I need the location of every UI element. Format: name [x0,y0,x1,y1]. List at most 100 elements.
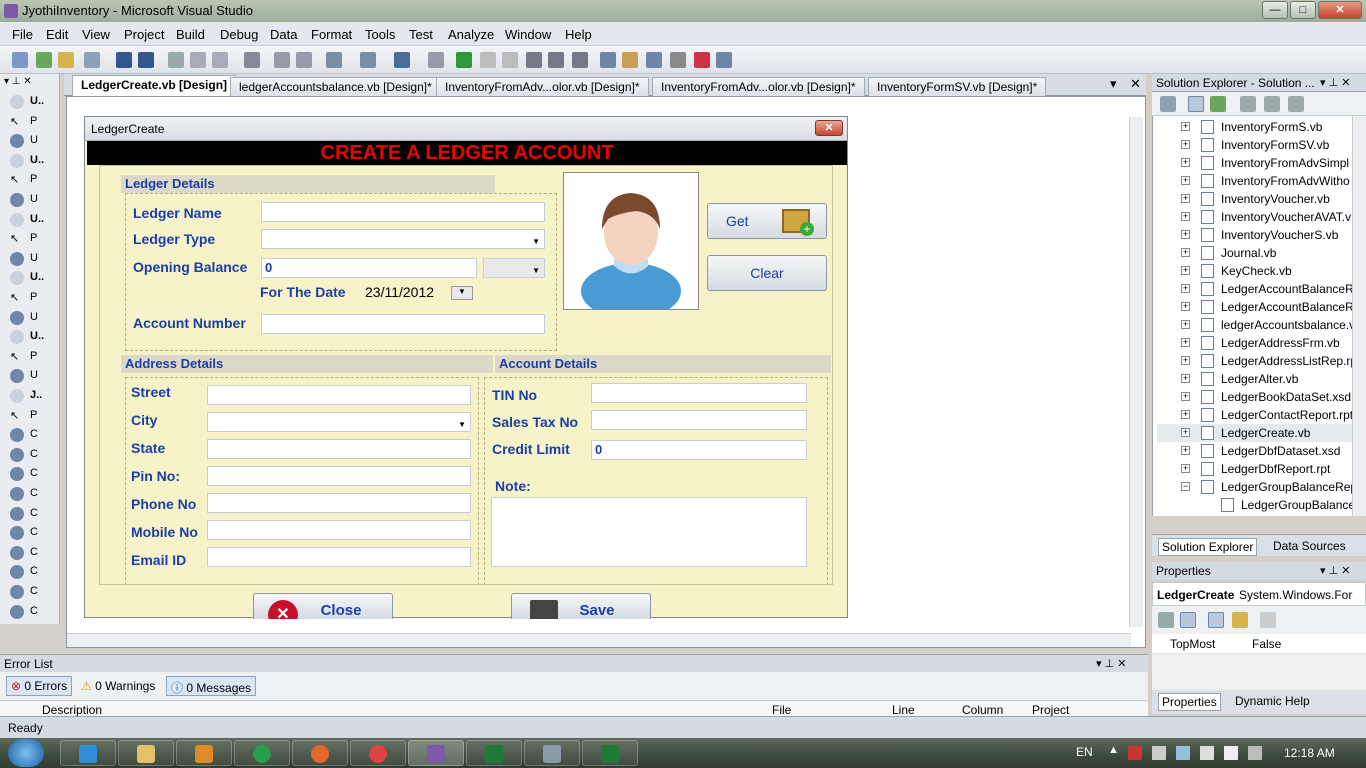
tab-data-sources[interactable]: Data Sources [1270,538,1349,554]
calendar-dropdown-icon[interactable]: ▼ [451,286,473,300]
toolbox-item[interactable]: ↖ P [4,170,56,190]
tray-app-icon[interactable] [1128,746,1142,760]
taskbar-ie[interactable] [60,740,116,766]
solution-node[interactable]: + InventoryFromAdvSimpl [1157,154,1353,172]
menu-help[interactable]: Help [565,27,592,42]
toolbox-item[interactable]: C [4,562,56,582]
language-indicator[interactable]: EN [1076,745,1093,759]
solution-explorer-icon[interactable] [600,52,616,68]
menu-format[interactable]: Format [311,27,352,42]
tray-volume-icon[interactable] [1224,746,1238,760]
alphabetical-icon[interactable] [1180,612,1196,628]
solution-node[interactable]: + LedgerAccountBalanceR [1157,298,1354,316]
save-icon[interactable] [116,52,132,68]
tab-ledgeraccountsbalance[interactable]: ledgerAccountsbalance.vb [Design]* [230,77,441,96]
toolbox-item[interactable]: C [4,602,56,622]
toolbox-item[interactable]: ↖ P [4,347,56,367]
designer-vscrollbar[interactable] [1129,117,1143,627]
taskbar-media[interactable] [176,740,232,766]
toolbox-item[interactable]: U [4,131,56,151]
expand-icon[interactable]: + [1181,194,1190,203]
errors-filter-button[interactable]: ⊗ 0 Errors [6,676,73,696]
object-browser-icon[interactable] [646,52,662,68]
menu-test[interactable]: Test [409,27,433,42]
tab-inventoryfromadv-1[interactable]: InventoryFromAdv...olor.vb [Design]* [436,77,649,96]
taskbar-chrome[interactable] [350,740,406,766]
tray-power-icon[interactable] [1200,746,1214,760]
add-new-item-icon[interactable] [84,52,100,68]
warnings-filter-button[interactable]: ⚠ 0 Warnings [76,676,160,696]
outdent-icon[interactable] [296,52,312,68]
error-list-pin-icon[interactable]: ▾ ⊥ ✕ [1096,657,1126,670]
taskbar-excel-1[interactable] [466,740,522,766]
toolbox-item[interactable]: C [4,543,56,563]
navigate-icon[interactable] [394,52,410,68]
save-button[interactable]: Save [511,593,651,619]
panel-pin-icon[interactable]: ▾ ⊥ ✕ [1320,76,1350,89]
menu-build[interactable]: Build [176,27,205,42]
toolbox-item[interactable]: ↖ P [4,112,56,132]
indent-icon[interactable] [274,52,290,68]
ledger-name-input[interactable] [261,202,545,222]
find-icon[interactable] [244,52,260,68]
expand-icon[interactable]: + [1181,266,1190,275]
note-textarea[interactable] [491,497,807,567]
tab-inventoryfromadv-2[interactable]: InventoryFromAdv...olor.vb [Design]* [652,77,865,96]
solution-node[interactable]: + InventoryVoucherAVAT.v [1157,208,1353,226]
expand-icon[interactable]: + [1181,356,1190,365]
toolbox-item[interactable]: C [4,445,56,465]
solution-node[interactable]: + InventoryFormSV.vb [1157,136,1353,154]
col-line[interactable]: Line [892,703,915,717]
taskbar-excel-2[interactable] [582,740,638,766]
toolbox-pin-icon[interactable]: ▾ ⊥ ✕ [4,76,32,87]
close-button[interactable]: ✕ Close [253,593,393,619]
tab-list-dropdown-icon[interactable]: ▾ [1110,76,1117,92]
properties-icon[interactable] [622,52,638,68]
mobile-input[interactable] [207,520,471,540]
close-window-button[interactable]: ✕ [1318,1,1362,19]
expand-icon[interactable]: − [1181,482,1190,491]
tab-dynamic-help[interactable]: Dynamic Help [1232,693,1313,709]
solution-node[interactable]: + LedgerAccountBalanceR [1157,280,1354,298]
solution-node[interactable]: + LedgerCreate.vb [1157,424,1353,442]
expand-icon[interactable]: + [1181,140,1190,149]
form-close-button[interactable]: ✕ [815,120,843,136]
solution-node[interactable]: + LedgerAddressFrm.vb [1157,334,1353,352]
city-select[interactable] [207,412,471,434]
toolbox-item[interactable]: U.. [4,151,56,171]
expand-icon[interactable]: + [1181,464,1190,473]
col-project[interactable]: Project [1032,703,1069,717]
expand-icon[interactable]: + [1181,230,1190,239]
pause-icon[interactable] [480,52,496,68]
taskbar-visualstudio[interactable] [408,740,464,766]
menu-analyze[interactable]: Analyze [448,27,494,42]
close-tab-icon[interactable]: ✕ [1130,76,1141,92]
step-into-icon[interactable] [526,52,542,68]
solution-node[interactable]: + LedgerAddressListRep.rp [1157,352,1357,370]
toolbox-item[interactable]: C [4,464,56,484]
start-debug-icon[interactable] [456,52,472,68]
taskbar-firefox[interactable] [292,740,348,766]
taskbar-tool[interactable] [524,740,580,766]
menu-data[interactable]: Data [270,27,297,42]
menu-window[interactable]: Window [505,27,551,42]
clock[interactable]: 12:18 AM [1284,746,1335,760]
expand-icon[interactable]: + [1181,374,1190,383]
expand-icon[interactable]: + [1181,302,1190,311]
menu-view[interactable]: View [82,27,110,42]
tray-network-icon[interactable] [1176,746,1190,760]
messages-filter-button[interactable]: ⓘ 0 Messages [166,676,257,696]
step-out-icon[interactable] [572,52,588,68]
credit-limit-input[interactable]: 0 [591,440,807,460]
solution-node[interactable]: + InventoryFormS.vb [1157,118,1353,136]
pin-input[interactable] [207,466,471,486]
solution-node[interactable]: + LedgerContactReport.rpt [1157,406,1353,424]
solution-node[interactable]: + Journal.vb [1157,244,1353,262]
toolbox-item[interactable]: U [4,308,56,328]
show-all-files-icon[interactable] [1188,96,1204,112]
balance-type-select[interactable] [483,258,545,280]
toolbox-item[interactable]: U.. [4,268,56,288]
toolbox-item[interactable]: U.. [4,92,56,112]
copy-icon[interactable] [190,52,206,68]
step-over-icon[interactable] [548,52,564,68]
